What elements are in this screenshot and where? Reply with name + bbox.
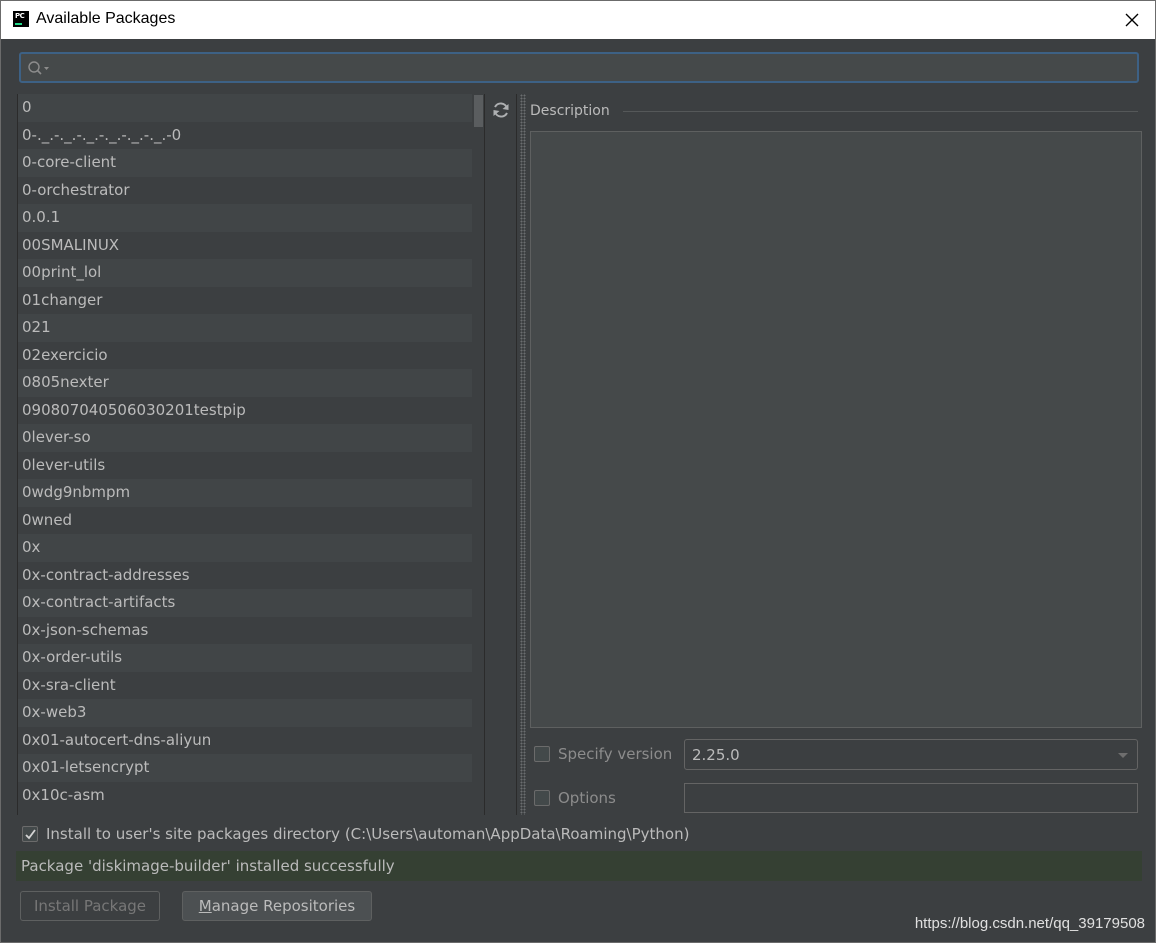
package-list-item[interactable]: 0lever-so — [18, 424, 484, 452]
description-separator — [623, 111, 1138, 112]
package-list-item[interactable]: 0x — [18, 534, 484, 562]
list-toolbar — [484, 94, 517, 815]
install-package-button[interactable]: Install Package — [20, 891, 160, 921]
chevron-down-icon — [1118, 753, 1128, 758]
install-to-user-label[interactable]: Install to user's site packages director… — [46, 825, 689, 843]
available-packages-dialog: PC Available Packages 0 0-._.-._.-._.-._.… — [0, 0, 1156, 943]
package-list-item[interactable]: 01changer — [18, 286, 484, 314]
package-list-scrollbar[interactable] — [472, 94, 484, 815]
manage-label-rest: anage Repositories — [211, 897, 356, 915]
package-list-item[interactable]: 0x-order-utils — [18, 644, 484, 672]
package-list-item[interactable]: 0-core-client — [18, 149, 484, 177]
pycharm-icon: PC — [13, 11, 29, 27]
package-list-item[interactable]: 0x01-autocert-dns-aliyun — [18, 726, 484, 754]
search-input[interactable] — [55, 58, 1125, 78]
checkmark-icon — [25, 829, 36, 840]
package-list-item[interactable]: 0.0.1 — [18, 204, 484, 232]
package-list-item[interactable]: 0 — [18, 94, 484, 122]
package-list[interactable]: 0 0-._.-._.-._.-._.-._.-._.-0 0-core-clien… — [17, 94, 484, 815]
close-icon — [1125, 13, 1139, 27]
package-list-item[interactable]: 0x01-letsencrypt — [18, 754, 484, 782]
package-list-item[interactable]: 0805nexter — [18, 369, 484, 397]
package-list-item[interactable]: 0wned — [18, 506, 484, 534]
package-list-item[interactable]: 0x-contract-addresses — [18, 561, 484, 589]
refresh-icon — [493, 102, 509, 118]
manage-repositories-button[interactable]: Manage Repositories — [182, 891, 372, 921]
package-list-item[interactable]: 0lever-utils — [18, 451, 484, 479]
version-dropdown[interactable]: 2.25.0 — [684, 739, 1138, 770]
package-list-item[interactable]: 0-orchestrator — [18, 176, 484, 204]
watermark: https://blog.csdn.net/qq_39179508 — [914, 915, 1145, 932]
title-bar: PC Available Packages — [1, 1, 1155, 39]
reload-list-button[interactable] — [490, 99, 512, 121]
search-field[interactable] — [19, 52, 1139, 83]
install-to-user-checkbox[interactable] — [22, 826, 38, 842]
package-list-item[interactable]: 0wdg9nbmpm — [18, 479, 484, 507]
package-list-item[interactable]: 0x-contract-artifacts — [18, 589, 484, 617]
package-list-item[interactable]: 0x-json-schemas — [18, 616, 484, 644]
specify-version-checkbox[interactable] — [534, 746, 550, 762]
status-message: Package 'diskimage-builder' installed su… — [21, 857, 395, 875]
description-area — [530, 131, 1142, 728]
specify-version-label: Specify version — [558, 745, 673, 763]
options-label: Options — [558, 789, 616, 807]
package-list-item[interactable]: 02exercicio — [18, 341, 484, 369]
scrollbar-thumb[interactable] — [474, 95, 483, 127]
options-checkbox[interactable] — [534, 790, 550, 806]
package-list-item[interactable]: 090807040506030201testpip — [18, 396, 484, 424]
options-input[interactable] — [684, 783, 1138, 813]
package-list-item[interactable]: 00print_lol — [18, 259, 484, 287]
search-icon[interactable] — [27, 60, 51, 76]
panel-splitter[interactable] — [520, 94, 526, 815]
manage-mnemonic: M — [198, 897, 212, 915]
package-list-item[interactable]: 0x-sra-client — [18, 671, 484, 699]
status-bar: Package 'diskimage-builder' installed su… — [16, 851, 1142, 881]
window-title: Available Packages — [36, 10, 176, 27]
description-label: Description — [530, 103, 610, 119]
version-value: 2.25.0 — [692, 746, 740, 764]
package-list-item[interactable]: 0x-web3 — [18, 699, 484, 727]
package-list-item[interactable]: 0-._.-._.-._.-._.-._.-._.-0 — [18, 121, 484, 149]
package-list-item[interactable]: 021 — [18, 314, 484, 342]
package-list-item[interactable]: 00SMALINUX — [18, 231, 484, 259]
package-list-item[interactable]: 0x10c-asm — [18, 781, 484, 809]
close-button[interactable] — [1119, 7, 1145, 33]
